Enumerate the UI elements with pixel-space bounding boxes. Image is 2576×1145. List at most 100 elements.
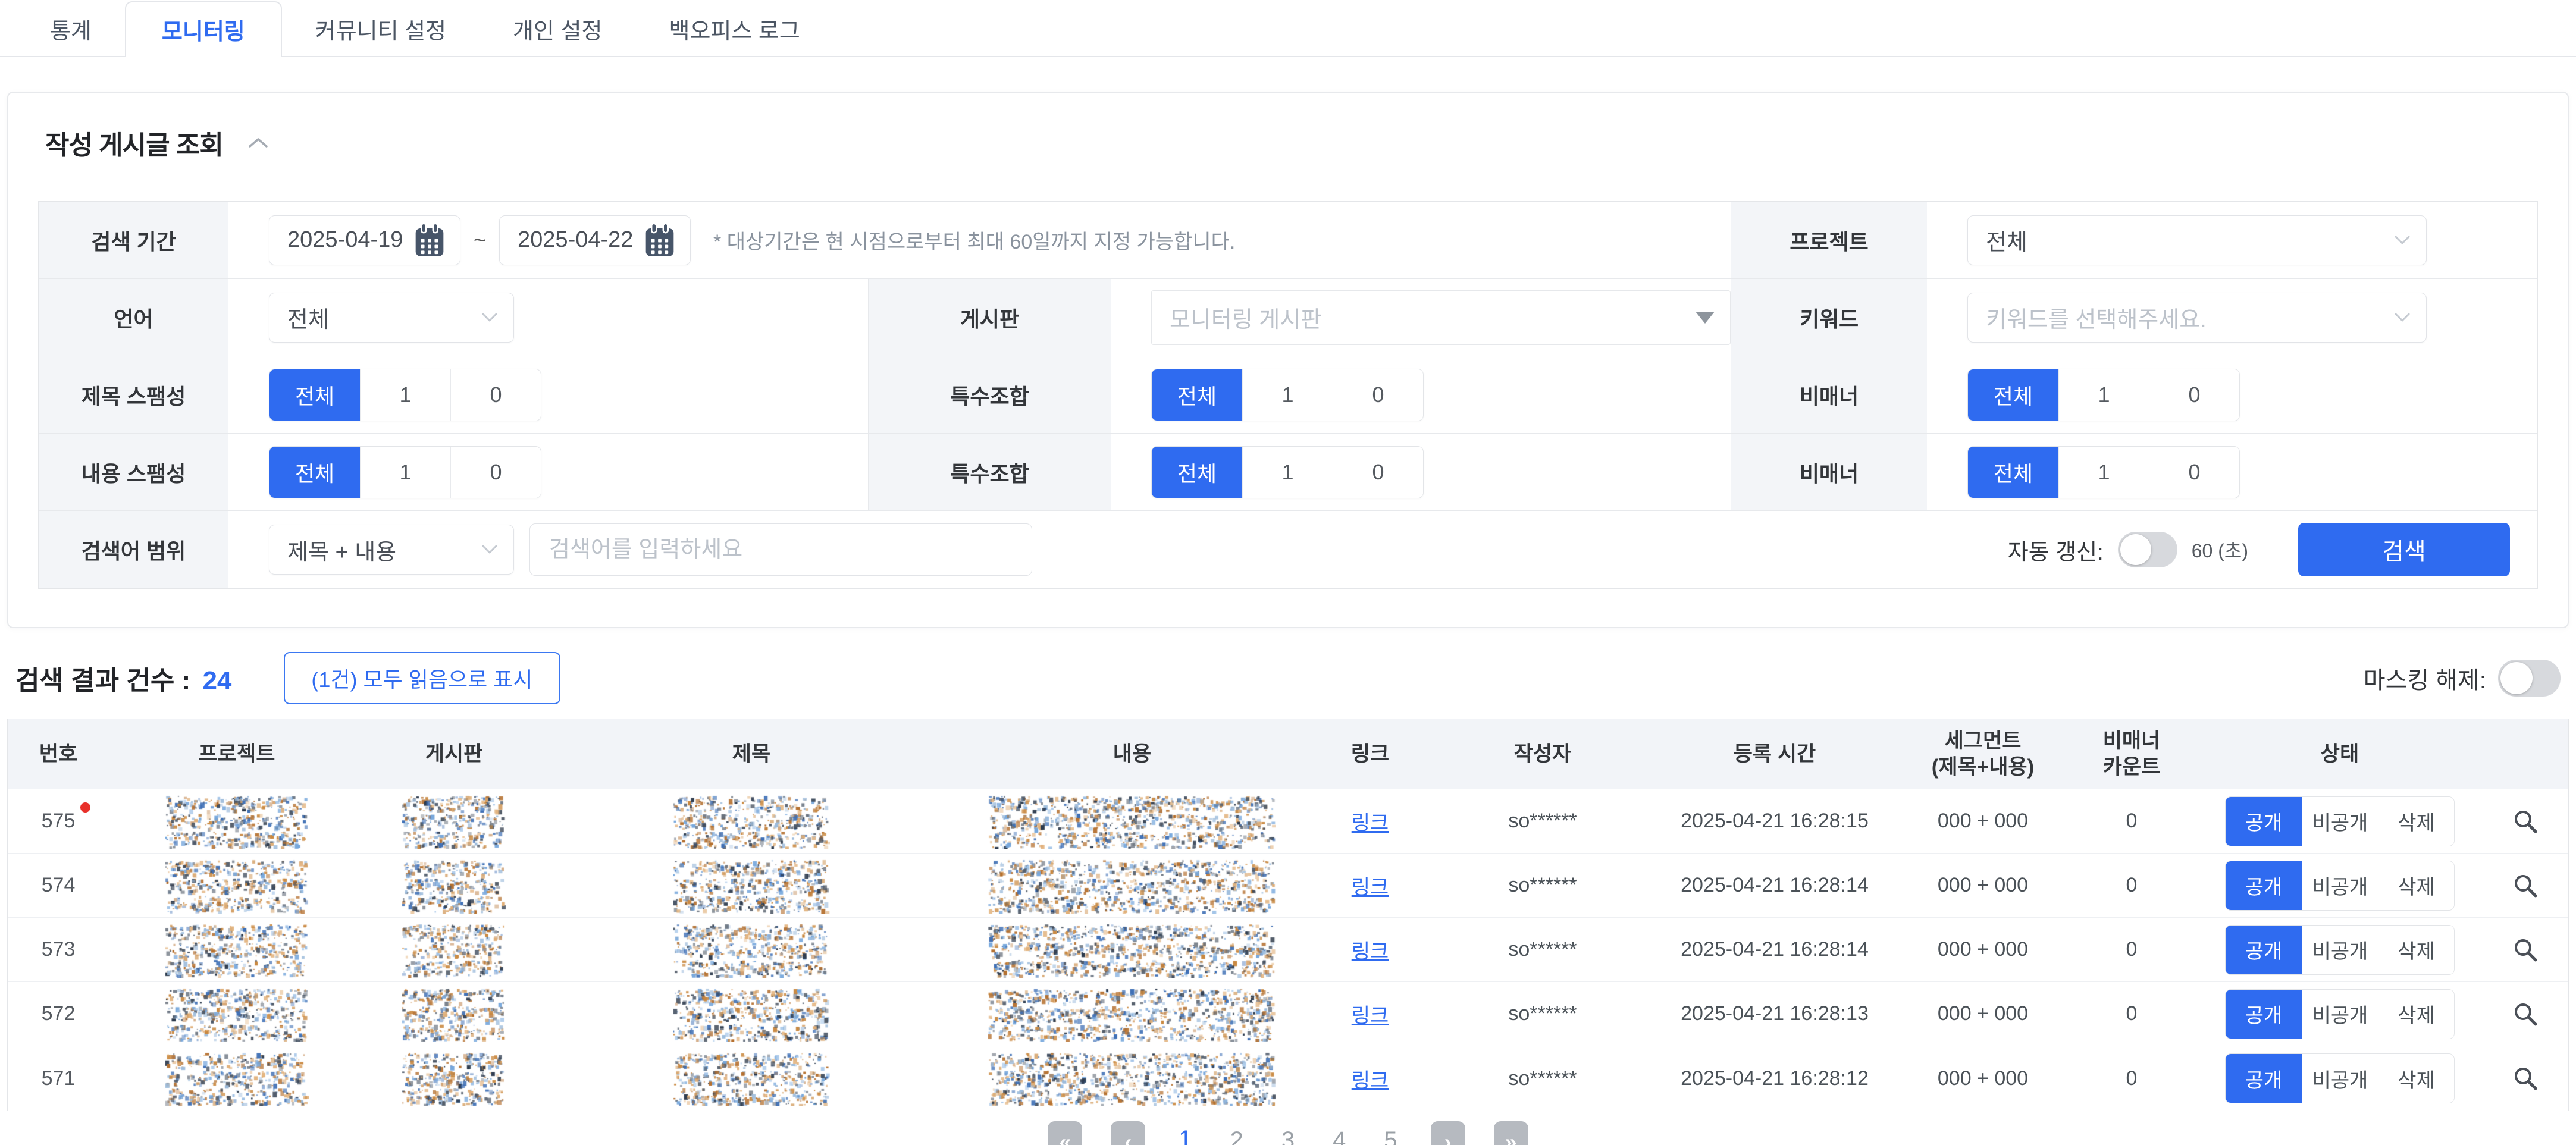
post-link[interactable]: 링크: [1352, 999, 1389, 1028]
bad-manner-segment: 전체10: [1967, 446, 2240, 498]
tab-personal-settings[interactable]: 개인 설정: [480, 1, 635, 56]
status-button[interactable]: 삭제: [2378, 926, 2454, 974]
segment-option[interactable]: 0: [2149, 447, 2239, 498]
segment-option[interactable]: 0: [1333, 369, 1423, 421]
date-to-input[interactable]: 2025-04-22: [499, 215, 691, 265]
first-page-button[interactable]: «: [1048, 1121, 1082, 1145]
segment-option[interactable]: 전체: [1968, 369, 2058, 421]
row-number: 573: [42, 938, 76, 961]
mark-all-read-button[interactable]: (1건) 모두 읽음으로 표시: [284, 652, 560, 704]
segment-option[interactable]: 0: [2149, 369, 2239, 421]
language-select[interactable]: 전체: [269, 293, 514, 343]
segment-option[interactable]: 0: [450, 369, 541, 421]
board-select[interactable]: 모니터링 게시판: [1151, 290, 1731, 345]
segment-option[interactable]: 전체: [1968, 447, 2058, 498]
project-select[interactable]: 전체: [1967, 215, 2427, 265]
page-number[interactable]: 2: [1226, 1127, 1248, 1145]
toggle-knob: [2500, 662, 2533, 694]
tab-community-settings[interactable]: 커뮤니티 설정: [282, 1, 480, 56]
segment-option[interactable]: 0: [1333, 447, 1423, 498]
segment-option[interactable]: 전체: [269, 447, 360, 498]
magnifier-icon[interactable]: [2512, 872, 2539, 899]
date-from-input[interactable]: 2025-04-19: [269, 215, 460, 265]
magnifier-icon[interactable]: [2512, 808, 2539, 835]
post-link[interactable]: 링크: [1352, 807, 1389, 836]
row-number-cell: 572: [8, 1002, 109, 1025]
status-button[interactable]: 공개: [2226, 797, 2302, 846]
filter-special-a-content: 전체10: [1111, 356, 1731, 434]
registered-time-cell: 2025-04-21 16:28:13: [1650, 1002, 1900, 1025]
magnifier-icon[interactable]: [2512, 1000, 2539, 1028]
page-number[interactable]: 1: [1174, 1126, 1196, 1145]
tab-backoffice-log[interactable]: 백오피스 로그: [636, 1, 833, 56]
segment-option[interactable]: 전체: [269, 369, 360, 421]
masking-toggle[interactable]: [2498, 660, 2561, 697]
registered-time-cell: 2025-04-21 16:28:12: [1650, 1067, 1900, 1090]
segment-option[interactable]: 전체: [1152, 369, 1242, 421]
column-header: 링크: [1305, 741, 1436, 767]
masked-title-text-cell: [543, 986, 960, 1042]
status-button-group: 공개비공개삭제: [2225, 989, 2455, 1039]
status-button[interactable]: 비공개: [2302, 797, 2378, 846]
segment-option[interactable]: 0: [450, 447, 541, 498]
toggle-knob: [2120, 534, 2151, 565]
masked-board-text-cell: [365, 793, 543, 849]
segment-option[interactable]: 1: [360, 447, 450, 498]
status-button[interactable]: 삭제: [2378, 990, 2454, 1039]
status-button[interactable]: 비공개: [2302, 861, 2378, 910]
segment-option[interactable]: 1: [2058, 369, 2149, 421]
status-cell: 공개비공개삭제: [2197, 861, 2483, 911]
page-number[interactable]: 5: [1379, 1127, 1402, 1145]
post-link[interactable]: 링크: [1352, 871, 1389, 900]
status-button[interactable]: 비공개: [2302, 1054, 2378, 1103]
status-button[interactable]: 삭제: [2378, 797, 2454, 846]
status-button[interactable]: 삭제: [2378, 1054, 2454, 1103]
keyword-select[interactable]: 키워드를 선택해주세요.: [1967, 293, 2427, 343]
filter-title-spam-content: 전체10: [228, 356, 868, 434]
column-header: 게시판: [365, 741, 543, 767]
post-link[interactable]: 링크: [1352, 935, 1389, 964]
segment-option[interactable]: 1: [1242, 447, 1333, 498]
post-link[interactable]: 링크: [1352, 1064, 1389, 1093]
status-button[interactable]: 비공개: [2302, 990, 2378, 1039]
masked-content-text-cell: [960, 793, 1305, 849]
status-button[interactable]: 삭제: [2378, 861, 2454, 910]
search-term-input[interactable]: [529, 523, 1032, 576]
author-cell: so******: [1436, 810, 1650, 833]
next-page-button[interactable]: ›: [1431, 1121, 1465, 1145]
last-page-button[interactable]: »: [1494, 1121, 1528, 1145]
status-button[interactable]: 공개: [2226, 861, 2302, 910]
detail-cell: [2483, 808, 2568, 835]
status-button[interactable]: 공개: [2226, 1054, 2302, 1103]
collapse-chevron-icon[interactable]: [248, 137, 268, 149]
masked-content-text: [988, 858, 1276, 914]
magnifier-icon[interactable]: [2512, 1065, 2539, 1092]
auto-refresh-toggle[interactable]: [2118, 532, 2177, 567]
segment-option[interactable]: 1: [360, 369, 450, 421]
term-scope-select[interactable]: 제목 + 내용: [269, 525, 514, 575]
page-number[interactable]: 3: [1277, 1127, 1299, 1145]
tab-monitoring[interactable]: 모니터링: [125, 1, 282, 57]
page-number[interactable]: 4: [1328, 1127, 1350, 1145]
status-button[interactable]: 비공개: [2302, 926, 2378, 974]
bad-manner-count-cell: 0: [2066, 874, 2197, 897]
author-cell: so******: [1436, 1002, 1650, 1025]
masked-title-text: [673, 793, 830, 849]
segment-option[interactable]: 1: [1242, 369, 1333, 421]
magnifier-icon[interactable]: [2512, 936, 2539, 964]
segment-option[interactable]: 1: [2058, 447, 2149, 498]
detail-cell: [2483, 872, 2568, 899]
masked-content-text-cell: [960, 1050, 1305, 1106]
row-number-cell: 574: [8, 874, 109, 897]
status-button[interactable]: 공개: [2226, 926, 2302, 974]
prev-page-button[interactable]: ‹: [1111, 1121, 1145, 1145]
segment-option[interactable]: 전체: [1152, 447, 1242, 498]
tab-stats[interactable]: 통계: [17, 1, 125, 56]
status-button[interactable]: 공개: [2226, 990, 2302, 1039]
content-spam-segment: 전체10: [269, 446, 541, 498]
masked-title-text-cell: [543, 793, 960, 849]
masked-project-text: [165, 793, 309, 849]
search-button[interactable]: 검색: [2298, 523, 2510, 576]
masked-content-text: [988, 1050, 1276, 1106]
registered-time-cell: 2025-04-21 16:28:14: [1650, 874, 1900, 897]
